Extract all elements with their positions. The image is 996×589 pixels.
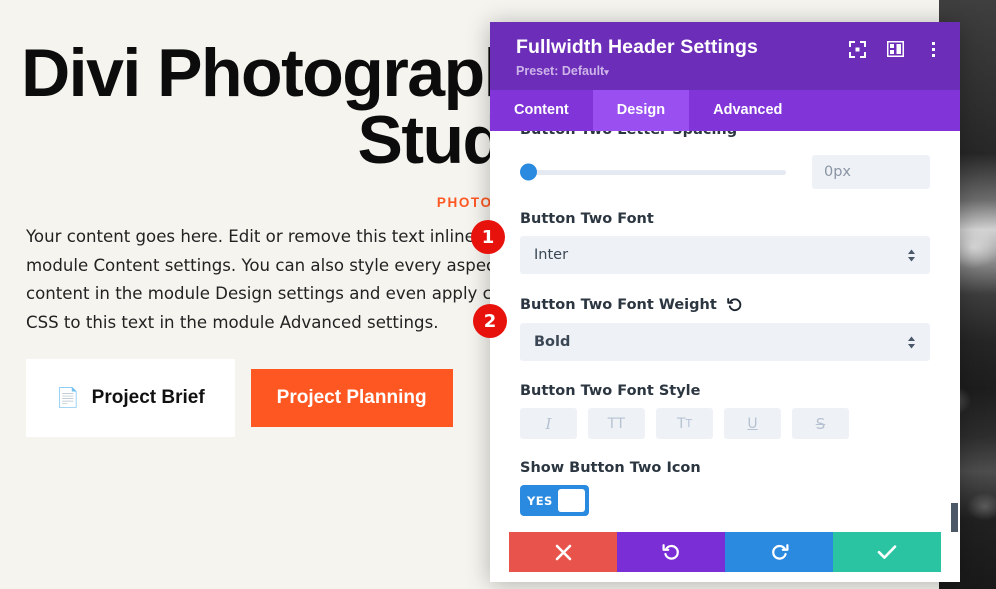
smallcaps-glyph-small: T [685,417,692,430]
modal-action-bar [509,532,941,572]
button-two-font-style-field: Button Two Font Style I TT TT U S [520,383,930,440]
underline-button[interactable]: U [724,408,781,440]
select-arrows-icon [907,249,916,262]
chevron-down-icon: ▾ [604,67,609,78]
close-icon [555,544,572,561]
button-two-font-weight-field: Button Two Font Weight Bold [520,296,930,362]
font-style-buttons: I TT TT U S [520,408,930,440]
select-arrows-icon [907,336,916,349]
modal-body: Button Two Letter Spacing 0px Button Two… [490,131,960,532]
letter-spacing-slider[interactable] [520,163,786,181]
button-two-font-weight-select[interactable]: Bold [520,323,930,362]
button-two-font-label-text: Button Two Font [520,211,654,228]
modal-header: Fullwidth Header Settings Preset: Defaul… [490,22,960,91]
check-icon [877,544,897,560]
preset-label: Preset: Default [516,64,605,79]
project-brief-button[interactable]: 📄 Project Brief [26,359,235,438]
show-button-two-icon-toggle[interactable]: YES [520,485,589,517]
show-button-two-icon-label-text: Show Button Two Icon [520,460,701,477]
document-icon: 📄 [56,387,80,409]
button-two-font-style-label-text: Button Two Font Style [520,383,701,400]
settings-scroll-area[interactable]: Button Two Letter Spacing 0px Button Two… [490,131,960,532]
fullwidth-header-settings-modal: Fullwidth Header Settings Preset: Defaul… [490,22,960,582]
tab-advanced[interactable]: Advanced [689,90,806,131]
annotation-badge-1: 1 [471,220,505,254]
strikethrough-button[interactable]: S [792,408,849,440]
slider-handle[interactable] [520,163,537,181]
smallcaps-button[interactable]: TT [656,408,713,440]
button-two-font-weight-value: Bold [534,334,571,351]
button-two-font-field: Button Two Font Inter [520,211,930,275]
button-two-font-style-label: Button Two Font Style [520,383,930,399]
button-two-font-weight-label: Button Two Font Weight [520,296,930,314]
button-two-font-select[interactable]: Inter [520,236,930,275]
button-two-font-label: Button Two Font [520,211,930,227]
uppercase-button[interactable]: TT [588,408,645,440]
redo-button[interactable] [725,532,833,572]
project-planning-button[interactable]: Project Planning [250,369,453,428]
letter-spacing-label: Button Two Letter Spacing [520,131,737,138]
tab-design[interactable]: Design [592,90,690,132]
button-two-font-weight-label-text: Button Two Font Weight [520,297,717,314]
toggle-state-label: YES [527,493,553,508]
project-brief-label: Project Brief [91,387,205,409]
modal-header-icons [848,36,942,58]
letter-spacing-control: 0px [520,155,930,190]
smallcaps-glyph-large: T [677,415,686,432]
preset-selector[interactable]: Preset: Default▾ [516,64,758,78]
kebab-menu-icon[interactable] [924,40,942,58]
panel-scrollbar[interactable] [951,503,958,532]
italic-button[interactable]: I [520,408,577,440]
letter-spacing-value[interactable]: 0px [812,155,930,190]
modal-title: Fullwidth Header Settings [516,36,758,58]
save-button[interactable] [833,532,941,572]
page-title: Divi Photography Studio [21,35,561,178]
toggle-knob [557,489,585,513]
button-two-font-value: Inter [534,247,569,264]
focus-frame-icon[interactable] [848,40,866,58]
layout-panel-icon[interactable] [886,40,904,58]
redo-icon [770,543,789,562]
annotation-badge-2: 2 [473,304,507,338]
modal-tabs: Content Design Advanced [490,90,960,132]
show-button-two-icon-field: Show Button Two Icon YES [520,460,930,517]
show-button-two-icon-label: Show Button Two Icon [520,460,930,476]
undo-icon [662,543,681,562]
project-planning-label: Project Planning [276,387,427,409]
reset-icon[interactable] [726,296,744,314]
hero-eyebrow: PHOTOGRAPHY [0,195,560,210]
modal-header-titles: Fullwidth Header Settings Preset: Defaul… [516,36,758,78]
cancel-button[interactable] [509,532,617,572]
tab-content[interactable]: Content [490,90,593,131]
undo-button[interactable] [617,532,725,572]
